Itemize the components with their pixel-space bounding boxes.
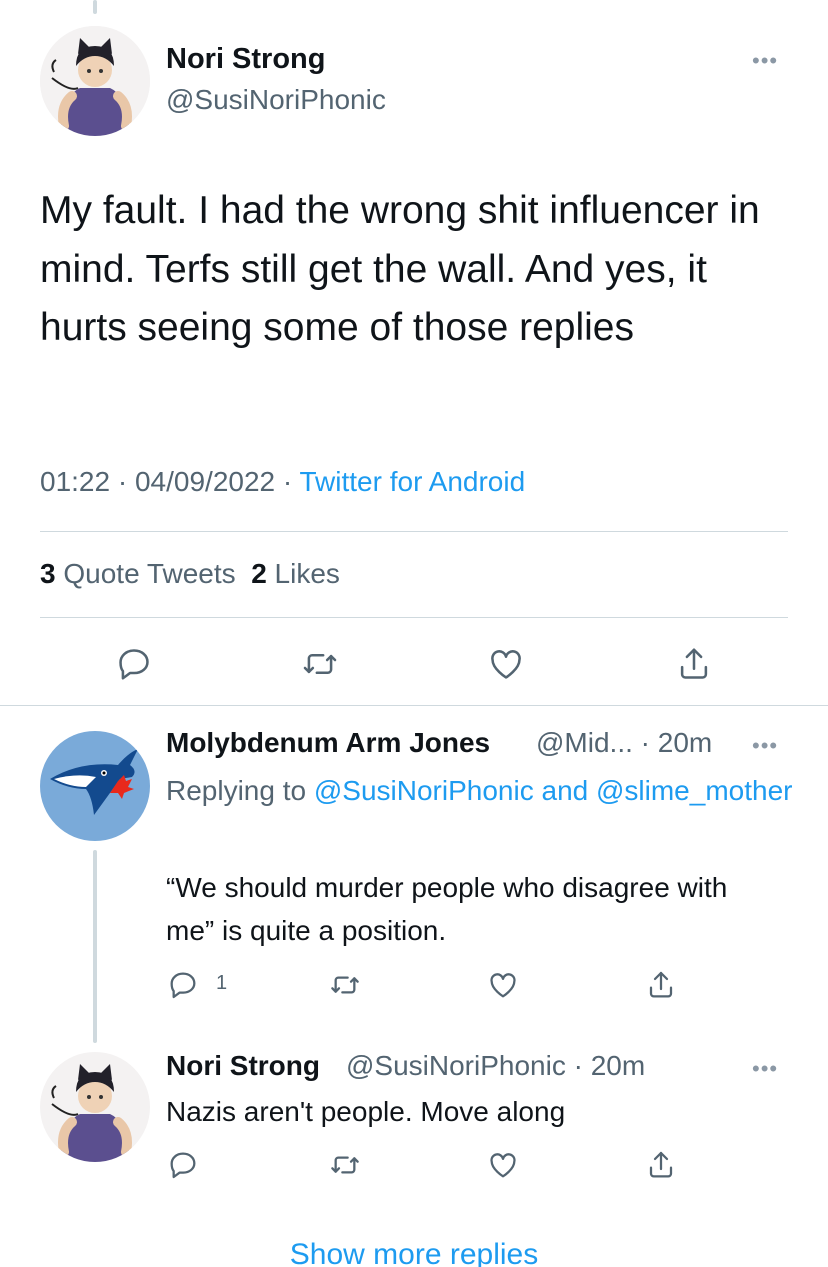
share-icon (649, 971, 673, 998)
tweet-time: 01:22 (40, 466, 111, 497)
reply2-text: Nazis aren't people. Move along (166, 1096, 566, 1127)
reply1-retweet-button[interactable] (326, 966, 364, 1004)
main-more-icon[interactable]: ••• (752, 50, 778, 72)
tweet-stats: 3 Quote Tweets 2 Likes (40, 558, 340, 590)
reply1-author-handle[interactable]: @Mid... (536, 727, 633, 758)
retweet-icon (303, 654, 337, 674)
retweet-icon (331, 1156, 359, 1174)
reply1-meta: @Mid... · 20m (536, 727, 712, 759)
avatar-molybdenum[interactable] (40, 731, 150, 841)
avatar-illustration (40, 26, 150, 136)
main-retweet-button[interactable] (298, 642, 342, 686)
reply1-share-button[interactable] (642, 966, 680, 1004)
thread-line-top (93, 0, 97, 14)
quote-tweets-count: 3 (40, 558, 56, 589)
main-author-name[interactable]: Nori Strong (166, 43, 326, 76)
tweet-meta: 01:22 · 04/09/2022 · Twitter for Android (40, 466, 525, 498)
like-icon (490, 973, 516, 998)
reply2-retweet-button[interactable] (326, 1146, 364, 1184)
like-icon (490, 1153, 516, 1178)
reply2-like-button[interactable] (484, 1146, 522, 1184)
thread-line-replies (93, 850, 97, 1043)
reply2-share-button[interactable] (642, 1146, 680, 1184)
reply-icon (119, 649, 149, 680)
tweet-source-link[interactable]: Twitter for Android (300, 466, 526, 497)
show-more-replies-link[interactable]: Show more replies (0, 1238, 828, 1267)
reply1-author-name[interactable]: Molybdenum Arm Jones (166, 727, 490, 759)
meta-separator: · (275, 466, 300, 497)
share-icon (680, 648, 708, 679)
share-icon (649, 1151, 673, 1178)
reply2-author-handle[interactable]: @SusiNoriPhonic (346, 1050, 566, 1081)
reply2-author-name[interactable]: Nori Strong (166, 1050, 320, 1082)
replying-to: Replying to @SusiNoriPhonic and @slime_m… (166, 768, 806, 813)
replying-prefix: Replying to (166, 775, 307, 806)
avatar-nori-strong[interactable] (40, 26, 150, 136)
like-icon (491, 650, 521, 679)
divider-main-bottom (0, 705, 828, 706)
divider-stats-top (40, 531, 788, 532)
divider-stats-bottom (40, 617, 788, 618)
quote-tweets-stat[interactable]: 3 Quote Tweets (40, 558, 236, 589)
tweet-date: 04/09/2022 (134, 466, 276, 497)
quote-tweets-label: Quote Tweets (63, 558, 236, 589)
reply1-reply-count: 1 (216, 972, 228, 994)
reply2-meta: @SusiNoriPhonic · 20m (346, 1050, 645, 1082)
main-tweet-text: My fault. I had the wrong shit influence… (40, 189, 760, 349)
reply1-time[interactable]: · 20m (641, 727, 713, 758)
reply2-reply-button[interactable] (164, 1146, 202, 1184)
blue-jays-avatar (40, 731, 150, 841)
replying-to-links[interactable]: @SusiNoriPhonic and @slime_mother (314, 775, 793, 806)
reply1-like-button[interactable] (484, 966, 522, 1004)
main-share-button[interactable] (672, 642, 716, 686)
reply-icon (170, 1152, 196, 1179)
main-author-handle[interactable]: @SusiNoriPhonic (166, 84, 386, 116)
reply1-more-icon[interactable]: ••• (752, 735, 778, 757)
likes-label: Likes (274, 558, 340, 589)
main-reply-button[interactable] (112, 642, 156, 686)
avatar-illustration (40, 1052, 150, 1162)
likes-count: 2 (251, 558, 267, 589)
meta-separator: · (110, 466, 135, 497)
reply1-reply-button[interactable] (164, 966, 202, 1004)
reply-icon (170, 972, 196, 999)
main-like-button[interactable] (484, 642, 528, 686)
reply2-time[interactable]: · 20m (574, 1050, 646, 1081)
reply2-more-icon[interactable]: ••• (752, 1058, 778, 1080)
reply1-text: “We should murder people who disagree wi… (166, 872, 728, 946)
retweet-icon (331, 976, 359, 994)
likes-stat[interactable]: 2 Likes (251, 558, 340, 589)
avatar-nori-strong-reply[interactable] (40, 1052, 150, 1162)
